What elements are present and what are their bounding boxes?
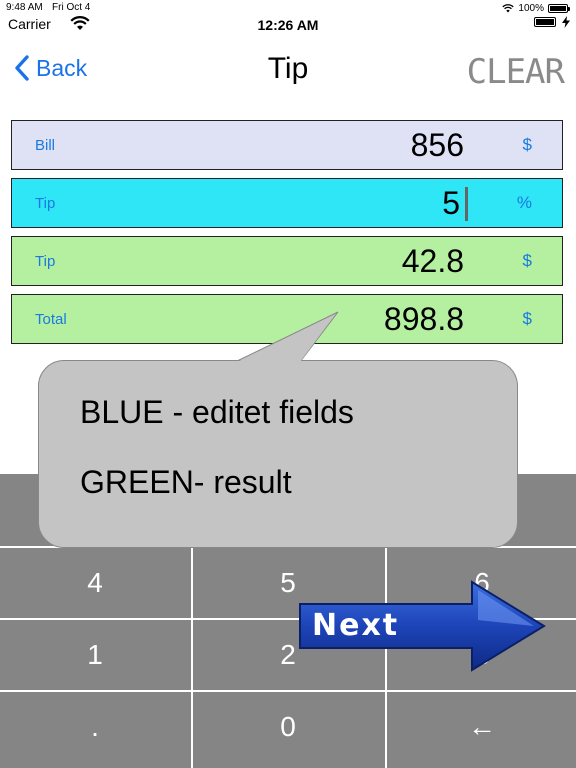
- total-value: 898.8: [383, 301, 464, 337]
- clock: 12:26 AM: [257, 17, 319, 33]
- status-date: Fri Oct 4: [52, 2, 91, 13]
- tip-amount-unit: $: [522, 251, 532, 270]
- tip-percent-unit: %: [516, 193, 532, 212]
- tip-percent-label: Tip: [35, 195, 56, 212]
- bill-field[interactable]: Bill 856 $: [11, 120, 563, 170]
- battery-percent: 100%: [518, 2, 544, 14]
- tip-percent-value: 5: [442, 185, 460, 221]
- key-decimal[interactable]: .: [0, 692, 190, 762]
- help-bubble: [38, 360, 518, 548]
- status-bar: 9:48 AM Fri Oct 4 100%: [0, 0, 576, 16]
- bubble-line-green: GREEN- result: [80, 464, 292, 500]
- bill-value: 856: [410, 127, 464, 163]
- battery-icon: [534, 17, 556, 27]
- tip-amount-field: Tip 42.8 $: [11, 236, 563, 286]
- text-cursor: [465, 187, 468, 221]
- total-label: Total: [35, 311, 67, 328]
- bill-label: Bill: [35, 137, 56, 154]
- tip-percent-field[interactable]: Tip 5 %: [11, 178, 563, 228]
- next-label: Next: [312, 608, 400, 643]
- key-1[interactable]: 1: [0, 620, 190, 690]
- key-0[interactable]: 0: [193, 692, 383, 762]
- total-field: Total 898.8 $: [11, 294, 563, 344]
- tip-amount-label: Tip: [35, 253, 56, 270]
- bill-unit: $: [522, 135, 532, 154]
- clear-button[interactable]: CLEAR: [467, 52, 565, 92]
- key-backspace[interactable]: ←: [387, 692, 576, 762]
- device-status-right: [534, 16, 570, 28]
- status-right: 100%: [502, 1, 570, 15]
- tip-amount-value: 42.8: [401, 243, 464, 279]
- charging-icon: [562, 16, 570, 28]
- battery-icon: [548, 3, 570, 13]
- total-unit: $: [522, 309, 532, 328]
- status-time: 9:48 AM: [6, 2, 43, 13]
- bubble-line-blue: BLUE - editet fields: [80, 394, 354, 430]
- key-4[interactable]: 4: [0, 548, 190, 618]
- wifi-icon: [502, 3, 515, 12]
